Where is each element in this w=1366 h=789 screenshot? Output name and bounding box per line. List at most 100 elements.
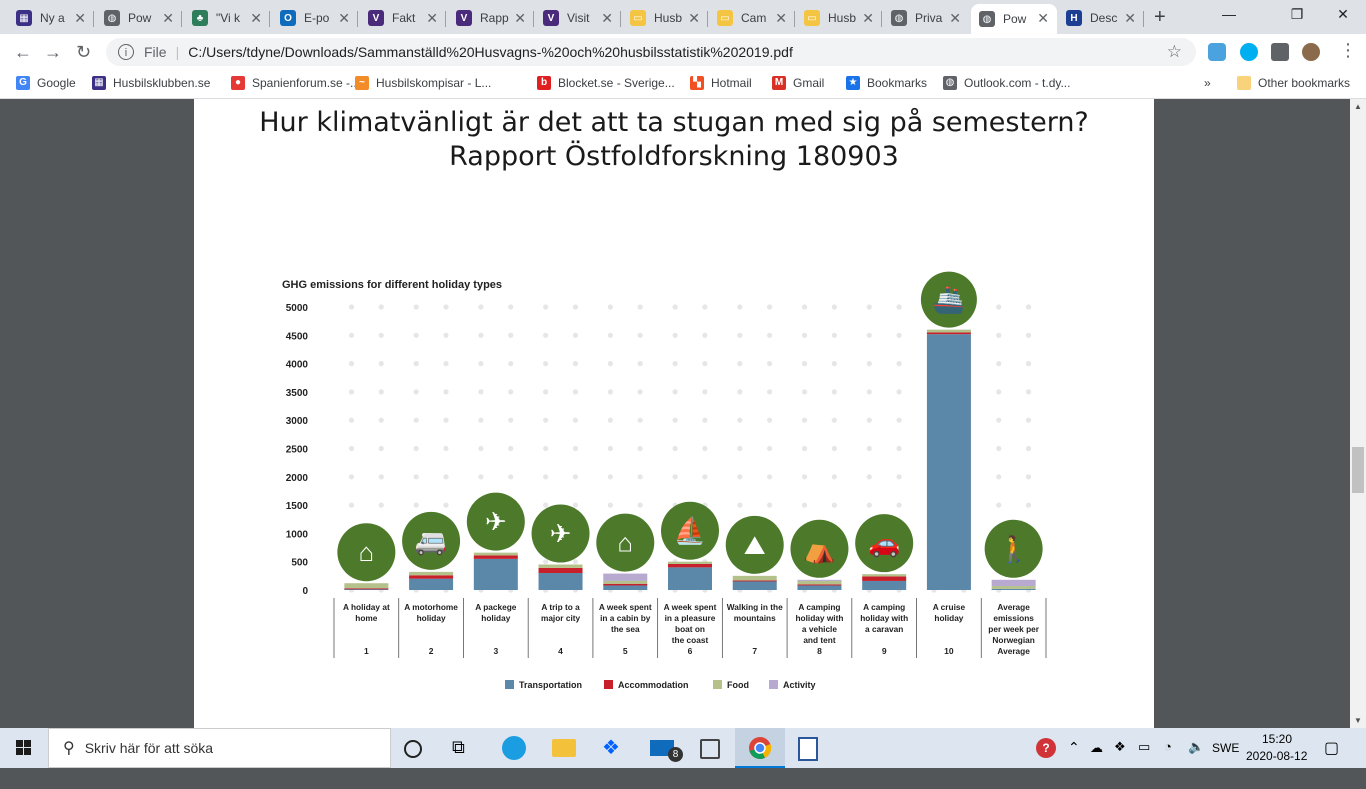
other-bookmarks-folder[interactable]: Other bookmarks: [1237, 76, 1350, 90]
grid-dot: [443, 361, 449, 367]
grid-dot: [831, 474, 837, 480]
edge-icon[interactable]: [502, 736, 526, 760]
clock-date[interactable]: 2020-08-12: [1246, 749, 1307, 789]
extensions-puzzle-icon[interactable]: [1271, 43, 1289, 61]
grid-dot: [896, 361, 902, 367]
browser-tab[interactable]: ♣ "Vi k ✕: [184, 4, 270, 32]
browser-tab[interactable]: ◍ Pow ✕: [971, 4, 1057, 34]
reload-icon[interactable]: ↻: [76, 42, 91, 63]
dropbox-icon[interactable]: ❖: [602, 735, 626, 759]
close-window-button[interactable]: ✕: [1320, 6, 1366, 23]
tab-close-icon[interactable]: ✕: [862, 10, 874, 27]
dropbox-tray-icon[interactable]: ❖: [1114, 739, 1126, 779]
tab-separator: [533, 11, 534, 27]
input-language[interactable]: SWE: [1212, 741, 1239, 781]
tab-close-icon[interactable]: ✕: [338, 10, 350, 27]
browser-tab[interactable]: ▭ Cam ✕: [709, 4, 795, 32]
vertical-scrollbar[interactable]: ▲ ▼: [1350, 99, 1366, 728]
browser-tab[interactable]: ◍ Pow ✕: [96, 4, 182, 32]
cortana-icon[interactable]: [404, 740, 422, 758]
bookmark-item[interactable]: ▦ Husbilsklubben.se: [92, 76, 210, 90]
grid-dot: [866, 389, 872, 395]
tab-close-icon[interactable]: ✕: [949, 10, 961, 27]
bar-segment-transportation: [797, 585, 842, 590]
wifi-icon[interactable]: ◔: [1164, 739, 1172, 779]
tab-close-icon[interactable]: ✕: [74, 10, 86, 27]
tab-close-icon[interactable]: ✕: [1124, 10, 1136, 27]
bookmark-favicon-icon: ★: [846, 76, 860, 90]
tab-close-icon[interactable]: ✕: [426, 10, 438, 27]
forward-arrow-icon[interactable]: →: [44, 42, 62, 63]
tab-close-icon[interactable]: ✕: [1037, 10, 1049, 27]
grid-dot: [543, 304, 549, 310]
bookmark-item[interactable]: ~ Husbilskompisar - L...: [355, 76, 491, 90]
new-tab-button[interactable]: +: [1154, 6, 1166, 29]
grid-dot: [801, 474, 808, 480]
address-bar[interactable]: i File | C:/Users/tdyne/Downloads/Samman…: [106, 38, 1196, 66]
scroll-up-arrow-icon[interactable]: ▲: [1354, 102, 1362, 111]
grid-dot: [767, 445, 773, 452]
skype-extension-icon[interactable]: [1240, 43, 1258, 61]
bookmark-item[interactable]: ▚ Hotmail: [690, 76, 752, 90]
scrollbar-thumb[interactable]: [1352, 447, 1364, 493]
category-label: mountains: [734, 613, 776, 623]
chrome-taskbar-button[interactable]: [735, 728, 785, 768]
tab-close-icon[interactable]: ✕: [688, 10, 700, 27]
browser-tab[interactable]: H Desc ✕: [1058, 4, 1144, 32]
scroll-down-arrow-icon[interactable]: ▼: [1354, 716, 1362, 725]
browser-tab[interactable]: O E-po ✕: [272, 4, 358, 32]
tab-close-icon[interactable]: ✕: [775, 10, 787, 27]
browser-tab[interactable]: V Fakt ✕: [360, 4, 446, 32]
file-explorer-icon[interactable]: [552, 739, 576, 757]
grid-dot: [637, 474, 643, 480]
profile-avatar[interactable]: [1302, 43, 1320, 61]
restore-button[interactable]: ❐: [1274, 6, 1320, 23]
browser-tab[interactable]: ▭ Husb ✕: [622, 4, 708, 32]
onedrive-extension-icon[interactable]: [1208, 43, 1226, 61]
bookmark-item[interactable]: ● Spanienforum.se -...: [231, 76, 360, 90]
motorhome-icon-glyph: 🚐: [415, 526, 447, 556]
bookmark-item[interactable]: b Blocket.se - Sverige...: [537, 76, 675, 90]
grid-dot: [767, 332, 773, 338]
battery-icon[interactable]: ▭: [1138, 739, 1150, 779]
grid-dot: [996, 417, 1002, 423]
browser-tab[interactable]: ◍ Priva ✕: [883, 4, 969, 32]
browser-tab[interactable]: V Visit ✕: [535, 4, 621, 32]
browser-tab[interactable]: ▦ Ny a ✕: [8, 4, 94, 32]
browser-tab[interactable]: ▭ Husb ✕: [796, 4, 882, 32]
tab-close-icon[interactable]: ✕: [514, 10, 526, 27]
back-arrow-icon[interactable]: ←: [14, 42, 32, 63]
tab-close-icon[interactable]: ✕: [601, 10, 613, 27]
document-app-icon[interactable]: [798, 737, 818, 761]
store-icon[interactable]: [700, 739, 720, 759]
plane-city-icon-glyph: ✈: [550, 519, 572, 549]
bookmark-item[interactable]: ◍ Outlook.com - t.dy...: [943, 76, 1070, 90]
notifications-icon[interactable]: ▢: [1324, 738, 1339, 778]
tab-close-icon[interactable]: ✕: [162, 10, 174, 27]
help-icon[interactable]: ?: [1036, 738, 1056, 758]
address-url[interactable]: C:/Users/tdyne/Downloads/Sammanställd%20…: [188, 44, 793, 60]
bookmarks-overflow-button[interactable]: »: [1204, 76, 1211, 90]
bookmark-item[interactable]: G Google: [16, 76, 76, 90]
onedrive-tray-icon[interactable]: ☁: [1090, 740, 1103, 780]
tab-close-icon[interactable]: ✕: [250, 10, 262, 27]
tab-title: Husb: [654, 11, 683, 25]
start-button[interactable]: [0, 728, 48, 768]
task-view-icon[interactable]: ⧉: [452, 737, 476, 761]
info-icon[interactable]: i: [118, 44, 134, 60]
volume-icon[interactable]: 🔈: [1188, 739, 1204, 779]
grid-dot: [543, 445, 549, 452]
browser-menu-icon[interactable]: ⋮: [1339, 40, 1357, 61]
bookmark-item[interactable]: ★ Bookmarks: [846, 76, 927, 90]
browser-tab[interactable]: V Rapp ✕: [448, 4, 534, 32]
minimize-button[interactable]: —: [1206, 6, 1252, 22]
grid-dot: [572, 389, 579, 395]
legend-swatch: [713, 680, 722, 689]
category-label: the coast: [672, 635, 709, 645]
taskbar-search-box[interactable]: ⚲ Skriv här för att söka: [48, 728, 391, 768]
folder-icon: [1237, 76, 1251, 90]
bookmark-star-icon[interactable]: ☆: [1167, 42, 1182, 62]
bookmark-item[interactable]: M Gmail: [772, 76, 824, 90]
show-hidden-icons-chevron-icon[interactable]: ⌃: [1068, 739, 1080, 779]
y-tick-label: 3000: [286, 416, 309, 427]
